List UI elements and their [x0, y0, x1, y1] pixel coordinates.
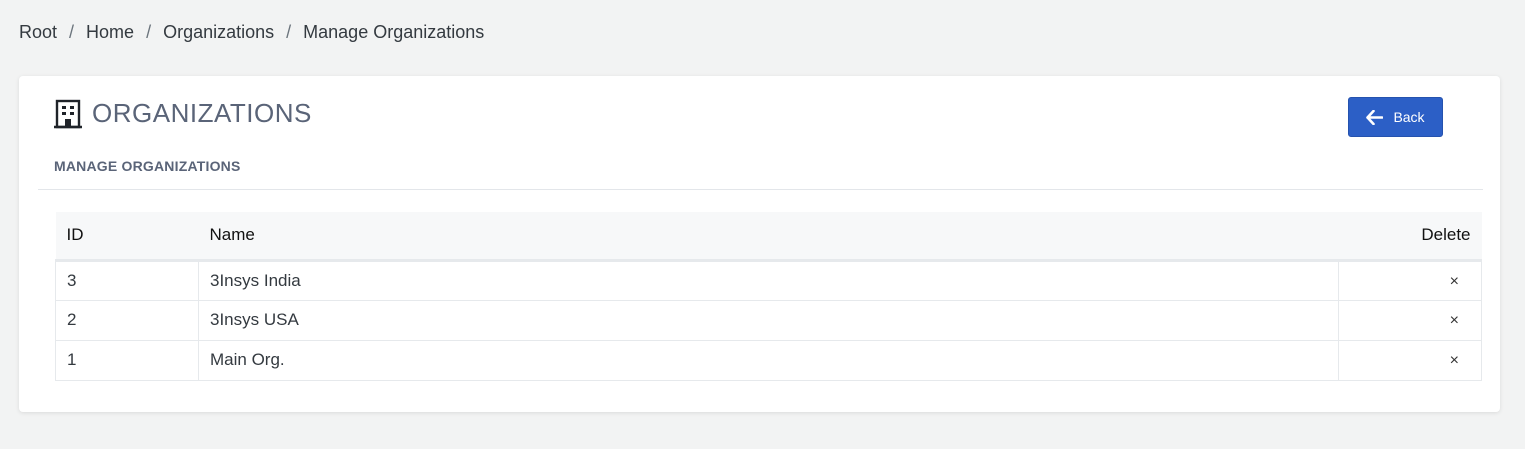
breadcrumb: Root / Home / Organizations / Manage Org…	[19, 22, 484, 43]
table-row[interactable]: 2 3Insys USA ×	[55, 300, 1482, 341]
arrow-left-icon	[1366, 109, 1384, 125]
organizations-card: ORGANIZATIONS MANAGE ORGANIZATIONS Back …	[19, 76, 1500, 412]
breadcrumb-separator: /	[69, 22, 75, 42]
cell-name: Main Org.	[198, 340, 1339, 381]
cell-name: 3Insys India	[198, 260, 1339, 301]
cell-name: 3Insys USA	[198, 300, 1339, 341]
delete-icon[interactable]: ×	[1450, 312, 1459, 330]
breadcrumb-separator: /	[146, 22, 152, 42]
page-subtitle: MANAGE ORGANIZATIONS	[54, 158, 241, 174]
card-header: ORGANIZATIONS	[54, 98, 312, 129]
cell-id: 1	[55, 340, 199, 381]
cell-delete: ×	[1338, 300, 1482, 341]
building-icon	[54, 99, 82, 129]
breadcrumb-home[interactable]: Home	[86, 22, 134, 43]
breadcrumb-organizations[interactable]: Organizations	[163, 22, 274, 43]
delete-icon[interactable]: ×	[1450, 273, 1459, 291]
table-header-row: ID Name Delete	[55, 212, 1482, 262]
page-title: ORGANIZATIONS	[92, 98, 312, 128]
breadcrumb-separator: /	[286, 22, 292, 42]
back-button[interactable]: Back	[1348, 97, 1443, 137]
table-row[interactable]: 3 3Insys India ×	[55, 260, 1482, 301]
column-header-name[interactable]: Name	[198, 212, 1339, 262]
breadcrumb-current: Manage Organizations	[303, 22, 485, 42]
cell-delete: ×	[1338, 260, 1482, 301]
divider	[38, 189, 1483, 190]
delete-icon[interactable]: ×	[1450, 352, 1459, 370]
column-header-id[interactable]: ID	[55, 212, 199, 262]
cell-id: 2	[55, 300, 199, 341]
organizations-table: ID Name Delete 3 3Insys India × 2 3Insys…	[55, 212, 1482, 381]
cell-delete: ×	[1338, 340, 1482, 381]
column-header-delete: Delete	[1338, 212, 1482, 262]
breadcrumb-root[interactable]: Root	[19, 22, 57, 43]
cell-id: 3	[55, 260, 199, 301]
table-row[interactable]: 1 Main Org. ×	[55, 340, 1482, 381]
back-button-label: Back	[1393, 109, 1425, 125]
